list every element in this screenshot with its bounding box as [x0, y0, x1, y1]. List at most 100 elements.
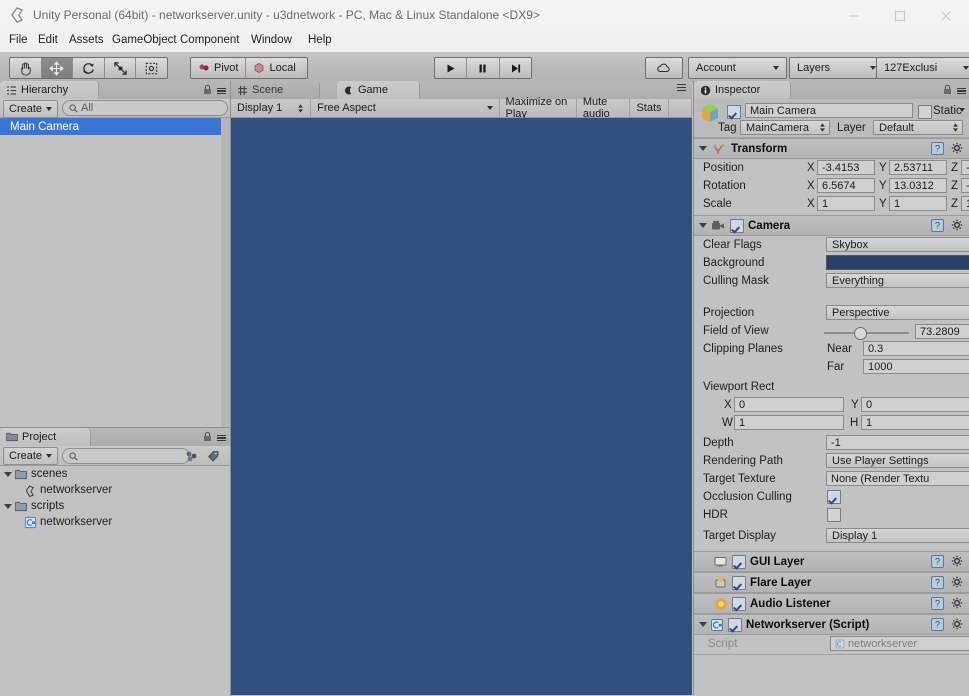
- hierarchy-item-main-camera[interactable]: Main Camera: [0, 118, 230, 135]
- gear-icon[interactable]: [951, 618, 964, 634]
- maximize-button[interactable]: [877, 0, 923, 31]
- game-render-canvas[interactable]: [231, 118, 692, 695]
- account-dropdown[interactable]: Account: [688, 57, 787, 79]
- maximize-on-play-toggle[interactable]: Maximize on Play: [500, 96, 577, 120]
- panel-menu-icon[interactable]: [957, 87, 966, 95]
- help-icon[interactable]: ?: [931, 597, 944, 613]
- hand-tool-button[interactable]: [10, 58, 42, 78]
- panel-menu-icon[interactable]: [217, 434, 226, 442]
- clear-flags-dropdown[interactable]: Skybox: [826, 237, 969, 252]
- filter-by-type-icon[interactable]: [183, 448, 199, 463]
- flare-layer-enabled-checkbox[interactable]: [732, 575, 746, 590]
- chevron-down-icon[interactable]: [699, 223, 707, 228]
- project-item-scripts[interactable]: scripts: [0, 498, 230, 514]
- gui-layer-enabled-checkbox[interactable]: [732, 554, 746, 569]
- rotation-x-input[interactable]: 6.5674: [817, 178, 875, 193]
- hdr-checkbox[interactable]: [827, 508, 841, 522]
- help-icon[interactable]: ?: [931, 219, 944, 235]
- project-item-scenes[interactable]: scenes: [0, 466, 230, 482]
- gear-icon[interactable]: [951, 576, 964, 592]
- close-button[interactable]: [923, 0, 969, 31]
- rotation-y-input[interactable]: 13.0312: [889, 178, 947, 193]
- help-icon[interactable]: ?: [931, 618, 944, 634]
- scale-tool-button[interactable]: [104, 58, 137, 78]
- static-checkbox[interactable]: [918, 105, 932, 119]
- mute-audio-toggle[interactable]: Mute audio: [577, 96, 631, 120]
- layers-dropdown[interactable]: Layers: [789, 57, 884, 79]
- menu-gameobject[interactable]: GameObject: [107, 34, 182, 49]
- stats-toggle[interactable]: Stats: [630, 99, 669, 117]
- play-button[interactable]: [435, 58, 468, 78]
- viewport-w-input[interactable]: 1: [734, 415, 844, 430]
- chevron-down-icon[interactable]: [4, 471, 12, 477]
- chevron-down-icon[interactable]: [959, 108, 965, 112]
- viewport-x-input[interactable]: 0: [734, 397, 844, 412]
- help-icon[interactable]: ?: [931, 576, 944, 592]
- background-color-swatch[interactable]: [826, 255, 969, 270]
- lock-icon[interactable]: [203, 431, 212, 445]
- gameobject-enabled-checkbox[interactable]: [727, 105, 741, 119]
- layout-dropdown[interactable]: 127Exclusi: [876, 57, 969, 79]
- position-z-input[interactable]: -8.4141: [961, 160, 969, 175]
- hierarchy-create-button[interactable]: Create: [3, 100, 59, 118]
- pause-button[interactable]: [467, 58, 500, 78]
- rotate-tool-button[interactable]: [73, 58, 105, 78]
- project-item-networkserver-script[interactable]: networkserver: [0, 514, 230, 530]
- layer-dropdown[interactable]: Default: [873, 120, 963, 135]
- menu-file[interactable]: File: [4, 34, 33, 49]
- lock-icon[interactable]: [943, 84, 952, 98]
- camera-enabled-checkbox[interactable]: [730, 218, 744, 233]
- viewport-y-input[interactable]: 0: [861, 397, 969, 412]
- chevron-down-icon[interactable]: [699, 622, 707, 627]
- move-tool-button[interactable]: [41, 58, 74, 78]
- panel-menu-icon[interactable]: [677, 84, 686, 91]
- rotation-z-input[interactable]: -0.0009: [961, 178, 969, 193]
- occlusion-culling-checkbox[interactable]: [827, 490, 841, 504]
- target-texture-field[interactable]: None (Render Textu: [826, 471, 969, 486]
- menu-help[interactable]: Help: [303, 34, 337, 49]
- local-toggle-button[interactable]: Local: [246, 58, 303, 78]
- menu-edit[interactable]: Edit: [33, 34, 63, 49]
- gear-icon[interactable]: [951, 597, 964, 613]
- fov-input[interactable]: 73.2809: [915, 324, 969, 339]
- tab-game[interactable]: Game: [337, 81, 420, 99]
- filter-by-label-icon[interactable]: [205, 448, 221, 463]
- scale-z-input[interactable]: 1: [961, 196, 969, 211]
- tag-dropdown[interactable]: MainCamera: [740, 120, 830, 135]
- tab-inspector[interactable]: Inspector: [694, 81, 791, 99]
- gear-icon[interactable]: [951, 142, 964, 158]
- depth-input[interactable]: -1: [826, 435, 969, 450]
- audio-listener-enabled-checkbox[interactable]: [732, 596, 746, 611]
- menu-component[interactable]: Component: [175, 34, 244, 49]
- projection-dropdown[interactable]: Perspective: [826, 305, 969, 320]
- far-input[interactable]: 1000: [863, 359, 969, 374]
- hierarchy-scrollbar[interactable]: [221, 118, 230, 427]
- position-y-input[interactable]: 2.53711: [889, 160, 947, 175]
- project-search-input[interactable]: [62, 448, 190, 464]
- tab-hierarchy[interactable]: Hierarchy: [0, 81, 99, 99]
- tab-project[interactable]: Project: [0, 428, 91, 446]
- display-dropdown[interactable]: Display 1: [231, 99, 312, 117]
- minimize-button[interactable]: [831, 0, 877, 31]
- scale-x-input[interactable]: 1: [817, 196, 875, 211]
- project-item-networkserver-scene[interactable]: networkserver: [0, 482, 230, 498]
- near-input[interactable]: 0.3: [863, 341, 969, 356]
- gear-icon[interactable]: [951, 555, 964, 571]
- aspect-dropdown[interactable]: Free Aspect: [311, 99, 500, 117]
- script-enabled-checkbox[interactable]: [728, 617, 742, 632]
- gear-icon[interactable]: [951, 219, 964, 235]
- rendering-path-dropdown[interactable]: Use Player Settings: [826, 453, 969, 468]
- cloud-services-button[interactable]: [645, 57, 683, 79]
- script-reference-field[interactable]: networkserver: [830, 636, 969, 651]
- pivot-toggle-button[interactable]: Pivot: [191, 58, 247, 78]
- gizmos-dropdown[interactable]: [669, 99, 692, 117]
- scale-y-input[interactable]: 1: [889, 196, 947, 211]
- target-display-dropdown[interactable]: Display 1: [826, 528, 969, 543]
- help-icon[interactable]: ?: [931, 555, 944, 571]
- rect-tool-button[interactable]: [136, 58, 167, 78]
- step-button[interactable]: [499, 58, 531, 78]
- menu-window[interactable]: Window: [246, 34, 297, 49]
- hierarchy-search-input[interactable]: All: [62, 100, 228, 116]
- project-create-button[interactable]: Create: [3, 447, 59, 465]
- chevron-down-icon[interactable]: [4, 503, 12, 509]
